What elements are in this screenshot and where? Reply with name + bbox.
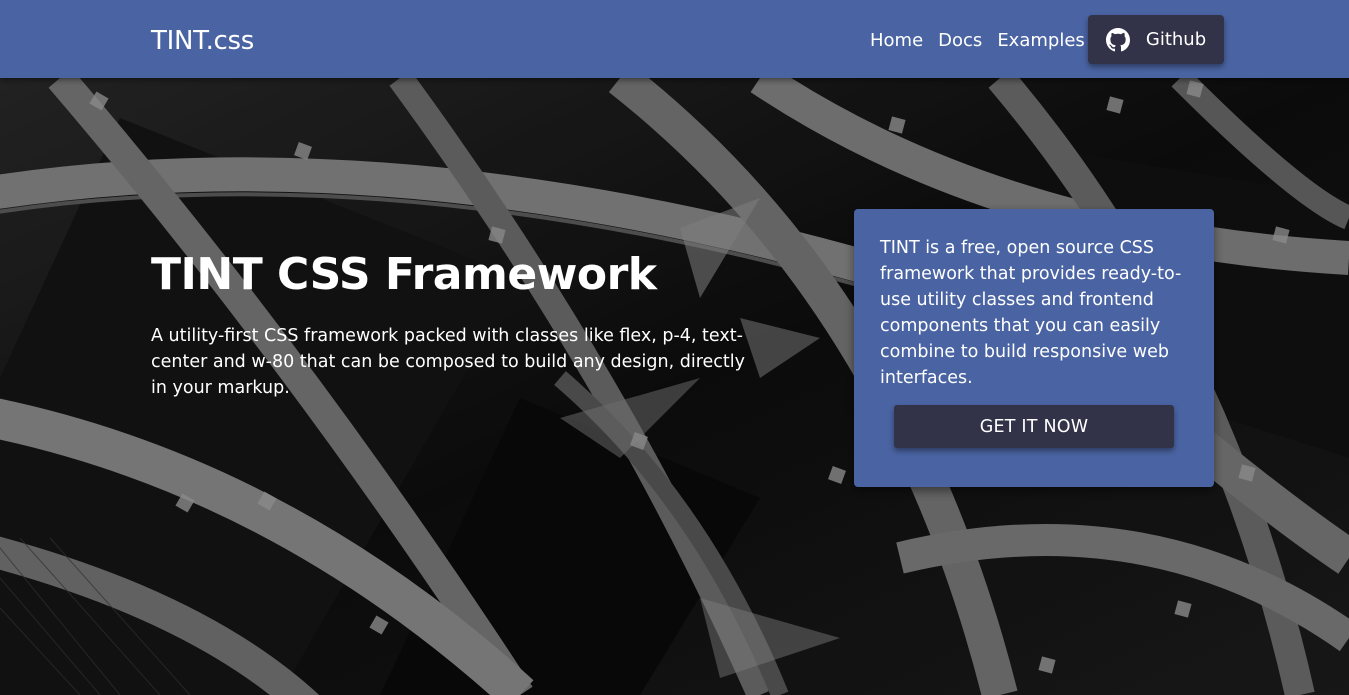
get-it-now-button[interactable]: GET IT NOW xyxy=(894,405,1174,448)
navbar: TINT.css Home Docs Examples Github xyxy=(0,0,1349,78)
brand-logo[interactable]: TINT.css xyxy=(151,25,254,57)
promo-card: TINT is a free, open source CSS framewor… xyxy=(854,209,1214,487)
nav-link-examples[interactable]: Examples xyxy=(997,29,1084,53)
nav-link-docs[interactable]: Docs xyxy=(938,29,982,53)
nav-links: Home Docs Examples xyxy=(870,29,1100,53)
hero-subtitle: A utility-first CSS framework packed wit… xyxy=(151,326,745,398)
hero-title: TINT CSS Framework xyxy=(151,249,657,300)
github-label: Github xyxy=(1145,28,1207,50)
hero-section: TINT CSS Framework A utility-first CSS f… xyxy=(0,78,1349,695)
github-icon xyxy=(1105,27,1130,52)
nav-link-home[interactable]: Home xyxy=(870,29,923,53)
promo-card-text: TINT is a free, open source CSS framewor… xyxy=(880,238,1182,388)
github-button[interactable]: Github xyxy=(1088,15,1224,64)
